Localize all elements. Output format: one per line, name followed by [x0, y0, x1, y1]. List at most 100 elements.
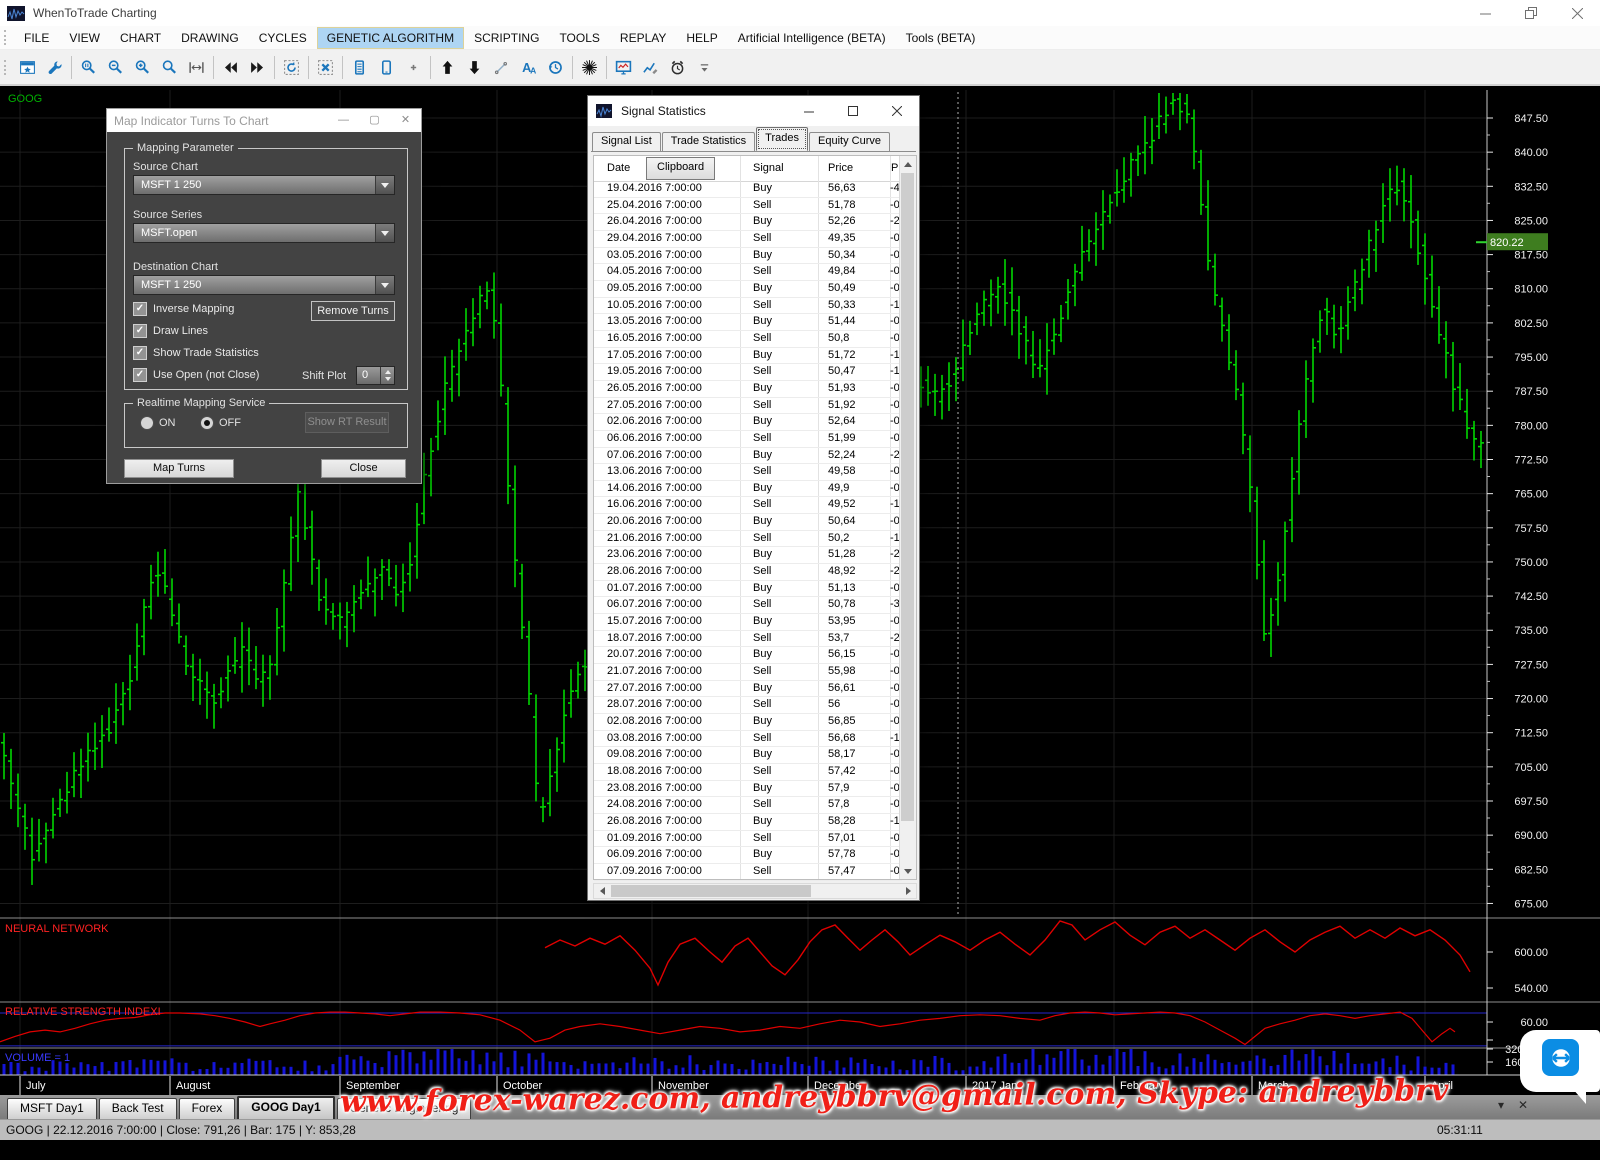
pencil-button[interactable] — [488, 54, 515, 81]
phone-button[interactable] — [373, 54, 400, 81]
trade-row[interactable]: 15.07.2016 7:00:00Buy53,95-0,2 — [594, 614, 902, 631]
close-icon[interactable] — [875, 96, 919, 126]
trade-row[interactable]: 06.07.2016 7:00:00Sell50,78-3,1 — [594, 597, 902, 614]
chart-monitor-button[interactable] — [610, 54, 637, 81]
menu-scripting[interactable]: SCRIPTING — [464, 27, 549, 49]
trade-row[interactable]: 14.06.2016 7:00:00Buy49,9-0,3 — [594, 481, 902, 498]
column-price[interactable]: Price — [828, 162, 853, 174]
trade-row[interactable]: 02.06.2016 7:00:00Buy52,64-0,6 — [594, 414, 902, 431]
select-refresh-button[interactable] — [278, 54, 305, 81]
scroll-right-icon[interactable] — [900, 884, 916, 898]
chevron-down-icon[interactable] — [375, 276, 394, 294]
list-button[interactable] — [346, 54, 373, 81]
trade-row[interactable]: 04.05.2016 7:00:00Sell49,84-0,6 — [594, 264, 902, 281]
tab-forex[interactable]: Forex — [179, 1098, 236, 1119]
overflow-button[interactable] — [691, 54, 718, 81]
vertical-scrollbar[interactable] — [899, 156, 916, 879]
source-chart-select[interactable]: MSFT 1 250 — [133, 175, 395, 195]
trade-row[interactable]: 18.07.2016 7:00:00Sell53,7-2,4 — [594, 631, 902, 648]
trade-row[interactable]: 18.08.2016 7:00:00Sell57,42-0,4 — [594, 764, 902, 781]
trade-row[interactable]: 19.05.2016 7:00:00Sell50,47-1,4 — [594, 364, 902, 381]
skip-forward-button[interactable] — [244, 54, 271, 81]
menu-tools[interactable]: TOOLS — [549, 27, 609, 49]
map-turns-button[interactable]: Map Turns — [124, 459, 234, 478]
trade-row[interactable]: 17.05.2016 7:00:00Buy51,72-1,2 — [594, 348, 902, 365]
trade-row[interactable]: 07.09.2016 7:00:00Sell57,47-0,1 — [594, 864, 902, 881]
tab-msft-day1[interactable]: MSFT Day1 — [7, 1098, 97, 1119]
zoom-search-button[interactable] — [156, 54, 183, 81]
zoom-out-button[interactable] — [102, 54, 129, 81]
scroll-down-icon[interactable] — [900, 863, 915, 879]
close-icon[interactable]: ✕ — [390, 109, 421, 132]
zoom-100-button[interactable] — [75, 54, 102, 81]
checkbox-checked-icon[interactable]: ✓ — [133, 324, 147, 338]
trade-row[interactable]: 16.06.2016 7:00:00Sell49,52-1,1 — [594, 497, 902, 514]
trade-row[interactable]: 02.08.2016 7:00:00Buy56,85-0,1 — [594, 714, 902, 731]
menu-chart[interactable]: CHART — [110, 27, 171, 49]
checkbox-checked-icon[interactable]: ✓ — [133, 368, 147, 382]
trade-row[interactable]: 21.07.2016 7:00:00Sell55,98-0,6 — [594, 664, 902, 681]
trade-row[interactable]: 09.08.2016 7:00:00Buy58,17-0,7 — [594, 747, 902, 764]
trade-row[interactable]: 09.05.2016 7:00:00Buy50,49-0,1 — [594, 281, 902, 298]
dialog-tab-equity-curve[interactable]: Equity Curve — [809, 132, 890, 151]
toolbar-grip[interactable] — [4, 60, 9, 75]
trade-row[interactable]: 21.06.2016 7:00:00Sell50,2-1,0 — [594, 531, 902, 548]
shift-plot-stepper[interactable]: 0 — [356, 366, 395, 385]
chart-edit-button[interactable] — [637, 54, 664, 81]
minimize-icon[interactable] — [787, 96, 831, 126]
radio-off[interactable] — [200, 416, 214, 430]
tab-back-test[interactable]: Back Test — [99, 1098, 177, 1119]
trade-row[interactable]: 25.04.2016 7:00:00Sell51,78-0,4 — [594, 198, 902, 215]
trade-row[interactable]: 29.04.2016 7:00:00Sell49,35-0,9 — [594, 231, 902, 248]
trade-row[interactable]: 07.06.2016 7:00:00Buy52,24-2,6 — [594, 448, 902, 465]
trade-row[interactable]: 10.05.2016 7:00:00Sell50,33-1,1 — [594, 298, 902, 315]
history-button[interactable] — [542, 54, 569, 81]
trade-row[interactable]: 28.06.2016 7:00:00Sell48,92-2,2 — [594, 564, 902, 581]
column-date[interactable]: Date — [607, 162, 630, 174]
trade-row[interactable]: 27.05.2016 7:00:00Sell51,92-0,7 — [594, 398, 902, 415]
map-dialog-titlebar[interactable]: Map Indicator Turns To Chart — ▢ ✕ — [107, 109, 421, 132]
arrow-down-button[interactable] — [461, 54, 488, 81]
tab-goog-day1[interactable]: GOOG Day1 — [237, 1096, 334, 1119]
trade-row[interactable]: 03.08.2016 7:00:00Sell56,68-1,4 — [594, 731, 902, 748]
trade-row[interactable]: 26.05.2016 7:00:00Buy51,93-0,0 — [594, 381, 902, 398]
trade-row[interactable]: 16.05.2016 7:00:00Sell50,8-0,9 — [594, 331, 902, 348]
trade-row[interactable]: 26.08.2016 7:00:00Buy58,28-1,2 — [594, 814, 902, 831]
plus-small-button[interactable] — [400, 54, 427, 81]
trade-row[interactable]: 13.06.2016 7:00:00Sell49,58-0,3 — [594, 464, 902, 481]
trade-row[interactable]: 24.08.2016 7:00:00Sell57,8-0,4 — [594, 797, 902, 814]
menu-drawing[interactable]: DRAWING — [171, 27, 249, 49]
close-button[interactable]: Close — [321, 459, 406, 478]
remove-turns-button[interactable]: Remove Turns — [311, 301, 395, 321]
zoom-in-button[interactable] — [129, 54, 156, 81]
checkbox-checked-icon[interactable]: ✓ — [133, 302, 147, 316]
checkbox-checked-icon[interactable]: ✓ — [133, 346, 147, 360]
trade-row[interactable]: 13.05.2016 7:00:00Buy51,44-0,6 — [594, 314, 902, 331]
chevron-down-icon[interactable] — [375, 176, 394, 194]
teamviewer-popup[interactable] — [1520, 1030, 1600, 1104]
scroll-up-icon[interactable] — [900, 156, 915, 172]
alarm-clock-button[interactable] — [664, 54, 691, 81]
workspace-button[interactable] — [14, 54, 41, 81]
radio-on[interactable] — [140, 416, 154, 430]
menu-genetic-algorithm[interactable]: GENETIC ALGORITHM — [317, 27, 464, 49]
restore-icon[interactable] — [1508, 0, 1554, 26]
trade-row[interactable]: 06.09.2016 7:00:00Buy57,78-0,3 — [594, 847, 902, 864]
maximize-icon[interactable] — [831, 96, 875, 126]
horizontal-scrollbar[interactable] — [593, 883, 917, 899]
close-icon[interactable] — [1554, 0, 1600, 26]
trade-row[interactable]: 06.06.2016 7:00:00Sell51,99-0,2 — [594, 431, 902, 448]
use-open-checkbox[interactable]: ✓ Use Open (not Close) — [133, 367, 259, 383]
trade-row[interactable]: 20.06.2016 7:00:00Buy50,64-0,4 — [594, 514, 902, 531]
source-series-select[interactable]: MSFT.open — [133, 223, 395, 243]
strip-dropdown-icon[interactable]: ▾ — [1498, 1098, 1504, 1112]
clipboard-button[interactable]: Clipboard — [646, 157, 715, 180]
column-signal[interactable]: Signal — [753, 162, 784, 174]
draw-lines-checkbox[interactable]: ✓ Draw Lines — [133, 323, 208, 339]
menu-view[interactable]: VIEW — [59, 27, 110, 49]
menu-cycles[interactable]: CYCLES — [249, 27, 317, 49]
font-button[interactable]: AA — [515, 54, 542, 81]
spin-down-icon[interactable] — [385, 377, 391, 381]
fit-width-button[interactable] — [183, 54, 210, 81]
scrollbar-thumb[interactable] — [611, 885, 811, 897]
